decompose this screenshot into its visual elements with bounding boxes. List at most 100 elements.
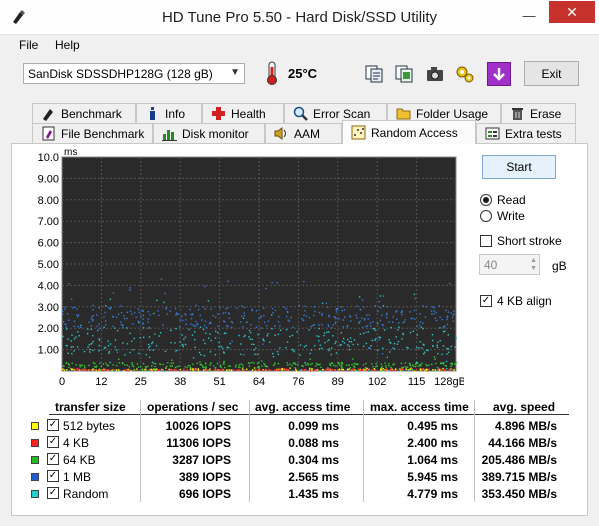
series-checkbox[interactable]: ✓ — [47, 436, 59, 448]
series-checkbox[interactable]: ✓ — [47, 470, 59, 482]
scatter-point — [114, 339, 117, 341]
scatter-point — [368, 370, 370, 372]
x-tick-label: 51 — [213, 376, 225, 388]
scatter-point — [179, 341, 181, 343]
series-checkbox[interactable]: ✓ — [47, 453, 59, 465]
folder-icon — [396, 108, 411, 120]
scatter-point — [99, 362, 101, 364]
scatter-point — [126, 317, 128, 320]
scatter-point — [439, 327, 441, 329]
scatter-point — [249, 331, 252, 334]
scatter-point — [173, 369, 176, 371]
scatter-point — [401, 338, 403, 340]
scatter-point — [89, 348, 91, 351]
scatter-point — [108, 350, 111, 353]
scatter-point — [149, 345, 151, 348]
tab-file-benchmark[interactable]: File Benchmark — [32, 123, 153, 143]
scatter-point — [174, 342, 176, 344]
scatter-point — [223, 352, 225, 354]
scatter-point — [175, 327, 177, 330]
scatter-point — [285, 329, 288, 331]
copy-info-button[interactable] — [362, 62, 386, 86]
scatter-point — [170, 362, 172, 365]
scatter-point — [204, 362, 207, 364]
series-checkbox[interactable]: ✓ — [47, 419, 59, 431]
scatter-point — [262, 369, 264, 372]
short-stroke-checkbox[interactable]: Short stroke — [480, 234, 562, 248]
scatter-point — [365, 325, 367, 328]
drive-select[interactable]: SanDisk SDSSDHP128G (128 gB) ▼ — [23, 63, 245, 84]
minimize-button[interactable]: — — [516, 4, 542, 26]
scatter-point — [250, 324, 252, 326]
exit-button[interactable]: Exit — [524, 61, 579, 86]
scatter-point — [372, 327, 375, 330]
copy-screen-button[interactable] — [392, 62, 416, 86]
scatter-point — [147, 365, 149, 368]
y-tick-label: 6.00 — [38, 238, 59, 250]
scatter-point — [315, 362, 318, 365]
scatter-point — [342, 337, 345, 340]
scatter-point — [198, 351, 201, 354]
scatter-point — [95, 365, 98, 367]
tab-benchmark[interactable]: Benchmark — [32, 103, 136, 123]
options-button[interactable] — [453, 62, 477, 86]
title-bar[interactable]: HD Tune Pro 5.50 - Hard Disk/SSD Utility… — [0, 0, 599, 35]
tab-random-access[interactable]: Random Access — [342, 120, 476, 144]
short-stroke-box[interactable] — [480, 235, 492, 247]
scatter-point — [101, 369, 103, 371]
scatter-point — [455, 361, 458, 364]
scatter-point — [216, 362, 219, 365]
scatter-point — [379, 319, 381, 322]
scatter-point — [383, 329, 386, 331]
align-box[interactable]: ✓ — [480, 295, 492, 307]
scatter-point — [133, 311, 136, 314]
max-access-value: 5.945 ms — [407, 470, 458, 484]
read-radio-circle[interactable] — [480, 194, 492, 206]
copy-info-icon — [365, 65, 383, 83]
close-button[interactable]: ✕ — [549, 1, 595, 23]
scatter-point — [388, 321, 390, 323]
scatter-point — [365, 342, 368, 345]
scatter-point — [437, 341, 439, 343]
short-stroke-spinner[interactable]: 40 ▲ ▼ — [479, 254, 540, 275]
menu-help[interactable]: Help — [55, 38, 80, 52]
tab-health[interactable]: Health — [202, 103, 284, 123]
screenshot-button[interactable] — [423, 62, 447, 86]
write-radio-circle[interactable] — [480, 210, 492, 222]
tab-erase[interactable]: Erase — [501, 103, 576, 123]
scatter-point — [381, 352, 384, 355]
scatter-point — [334, 321, 337, 323]
scatter-point — [92, 314, 94, 317]
scatter-point — [294, 367, 296, 369]
scatter-point — [255, 310, 258, 312]
scatter-point — [289, 363, 291, 366]
scatter-point — [310, 325, 312, 328]
scatter-point — [221, 368, 224, 371]
scatter-point — [286, 362, 288, 364]
scatter-point — [437, 352, 439, 355]
tab-aam[interactable]: AAM — [265, 123, 342, 143]
align-checkbox[interactable]: ✓ 4 KB align — [480, 294, 552, 308]
start-button[interactable]: Start — [482, 155, 556, 179]
scatter-point — [139, 366, 142, 368]
tab-info[interactable]: Info — [136, 103, 202, 123]
scatter-point — [334, 316, 337, 319]
menu-file[interactable]: File — [19, 38, 38, 52]
scatter-point — [330, 353, 332, 356]
scatter-point — [451, 362, 453, 365]
scatter-point — [260, 315, 262, 317]
avg-speed-value: 389.715 MB/s — [481, 470, 557, 484]
tab-disk-monitor[interactable]: Disk monitor — [153, 123, 265, 143]
save-button[interactable] — [487, 62, 511, 86]
spin-down-icon[interactable]: ▼ — [530, 265, 537, 272]
scatter-point — [239, 366, 241, 369]
scatter-point — [318, 324, 320, 326]
series-checkbox[interactable]: ✓ — [47, 487, 59, 499]
spin-up-icon[interactable]: ▲ — [530, 257, 537, 264]
read-radio[interactable]: Read — [480, 193, 526, 207]
tab-extra-tests[interactable]: Extra tests — [476, 123, 576, 143]
scatter-point — [203, 354, 206, 357]
scatter-point — [269, 369, 271, 371]
write-radio[interactable]: Write — [480, 209, 525, 223]
scatter-point — [182, 369, 185, 372]
